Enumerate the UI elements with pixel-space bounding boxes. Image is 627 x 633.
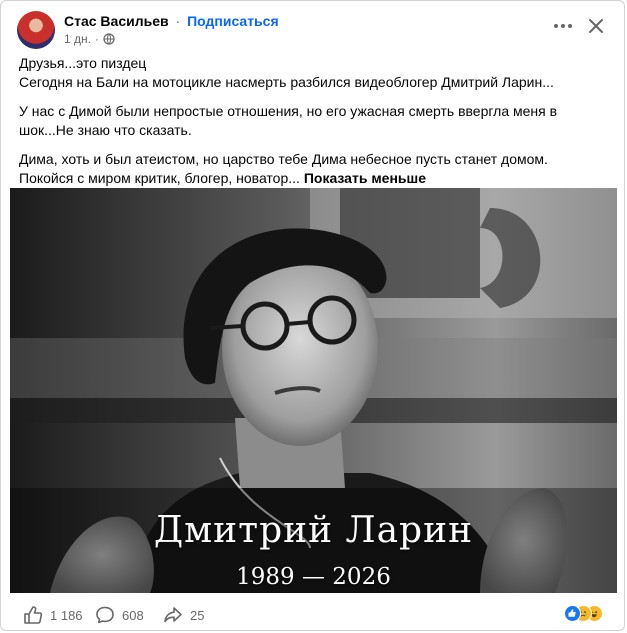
post-text: Друзья...это пиздец Сегодня на Бали на м… bbox=[19, 54, 614, 188]
more-icon bbox=[554, 24, 572, 28]
share-count: 25 bbox=[190, 607, 205, 623]
comment-count: 608 bbox=[122, 607, 144, 623]
memorial-name: Дмитрий Ларин bbox=[153, 510, 474, 551]
close-icon bbox=[589, 19, 603, 33]
post-text-line: Сегодня на Бали на мотоцикле насмерть ра… bbox=[19, 74, 554, 90]
post-header: Стас Васильев · Подписаться bbox=[64, 13, 279, 29]
reactions-summary[interactable] bbox=[564, 605, 614, 623]
like-icon bbox=[24, 606, 43, 624]
share-icon bbox=[164, 607, 182, 623]
show-less-link[interactable]: Показать меньше bbox=[304, 170, 426, 186]
header-separator: · bbox=[175, 13, 181, 29]
post-photo[interactable]: Дмитрий Ларин 1989 — 2026 bbox=[10, 188, 617, 593]
like-reaction-icon bbox=[564, 605, 581, 622]
subscribe-link[interactable]: Подписаться bbox=[187, 13, 279, 29]
share-button[interactable]: 25 bbox=[163, 605, 204, 625]
globe-icon[interactable] bbox=[103, 33, 115, 45]
like-count: 1 186 bbox=[50, 607, 83, 623]
meta-separator: · bbox=[94, 32, 99, 46]
post-text-line: Покойся с миром критик, блогер, новатор.… bbox=[19, 169, 614, 188]
like-button[interactable]: 1 186 bbox=[23, 605, 83, 625]
post-text-line: Друзья...это пиздец bbox=[19, 55, 147, 71]
close-button[interactable] bbox=[585, 15, 607, 37]
post-meta: 1 дн. · bbox=[64, 32, 115, 46]
comment-icon bbox=[96, 606, 114, 624]
post-text-line: У нас с Димой были непростые отношения, … bbox=[19, 103, 558, 138]
post-text-last: Покойся с миром критик, блогер, новатор.… bbox=[19, 170, 300, 186]
post-text-line: Дима, хоть и был атеистом, но царство те… bbox=[19, 151, 548, 167]
post-actions-bar: 1 186 608 25 bbox=[1, 597, 626, 629]
post-card: Стас Васильев · Подписаться 1 дн. · Друз… bbox=[0, 0, 625, 631]
more-options-button[interactable] bbox=[552, 17, 574, 35]
post-time[interactable]: 1 дн. bbox=[64, 32, 91, 46]
author-name[interactable]: Стас Васильев bbox=[64, 13, 169, 29]
memorial-years: 1989 — 2026 bbox=[236, 564, 391, 590]
comment-button[interactable]: 608 bbox=[95, 605, 144, 625]
author-avatar[interactable] bbox=[17, 11, 55, 49]
